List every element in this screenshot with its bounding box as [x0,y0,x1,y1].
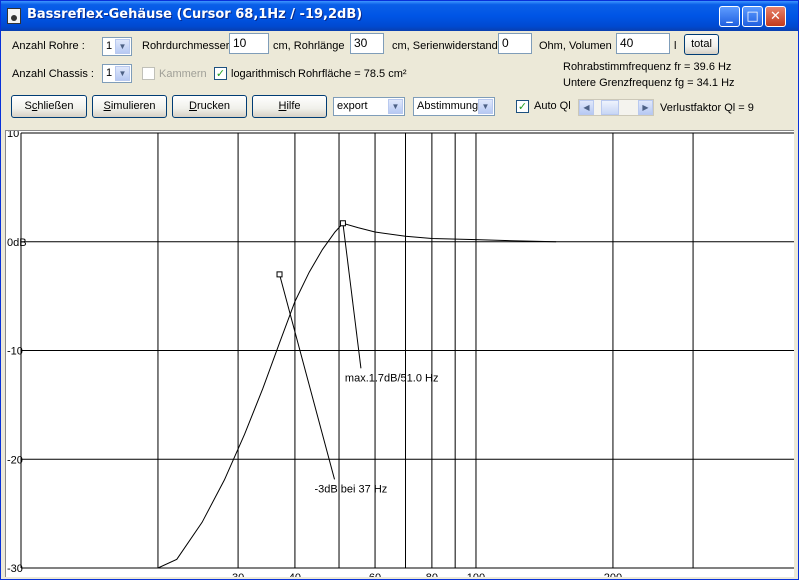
drucken-button[interactable]: Drucken [172,95,247,118]
volumen-input[interactable]: 40 [616,33,670,54]
main-window: Bassreflex-Gehäuse (Cursor 68,1Hz / -19,… [0,0,799,580]
verlustfaktor-text: Verlustfaktor Ql = 9 [660,102,754,114]
export-select[interactable]: export ▼ [333,97,405,116]
x-tick-label: 200 [604,572,622,577]
app-icon[interactable] [7,8,21,24]
maximize-button[interactable]: □ [742,6,763,27]
volumen-label: Ohm, Volumen [539,40,612,52]
hilfe-button[interactable]: Hilfe [252,95,327,118]
y-tick-label: 0dB [7,237,27,249]
scroll-thumb[interactable] [600,100,619,115]
title-bar[interactable]: Bassreflex-Gehäuse (Cursor 68,1Hz / -19,… [1,1,798,31]
total-button[interactable]: total [684,34,719,55]
serienwiderstand-input[interactable]: 0 [498,33,532,54]
x-tick-label: 40 [289,572,301,577]
x-tick-label: 60 [369,572,381,577]
annotation-leader [342,223,362,369]
anzahl-rohre-select[interactable]: 1 ▼ [102,37,132,56]
auto-ql-checkbox[interactable]: ✓ [516,100,529,113]
window-title: Bassreflex-Gehäuse (Cursor 68,1Hz / -19,… [27,7,363,22]
anzahl-rohre-label: Anzahl Rohre : [12,40,85,52]
rohrlaenge-input[interactable]: 30 [350,33,384,54]
simulieren-button[interactable]: Simulieren [92,95,167,118]
rohrlaenge-label: cm, Rohrlänge [273,40,345,52]
rohrdurchmesser-input[interactable]: 10 [229,33,269,54]
schliessen-label-a: S [24,100,32,112]
abstimmung-select[interactable]: Abstimmung ▼ [413,97,495,116]
logarithmisch-label: logarithmisch [231,68,296,80]
x-tick-label: 30 [232,572,244,577]
serienwiderstand-label: cm, Serienwiderstand [392,40,498,52]
schliessen-label-b: hließen [37,100,74,112]
close-button[interactable]: ✕ [765,6,786,27]
export-value: export [337,100,368,112]
kammern-checkbox[interactable]: ✓ [142,67,155,80]
verlustfaktor-scrollbar[interactable]: ◀ ▶ [578,99,654,116]
volumen-unit: l [674,40,677,52]
kammern-label: Kammern [159,68,207,80]
logarithmisch-checkbox[interactable]: ✓ [214,67,227,80]
simulieren-hotkey: S [103,100,111,112]
annotation-marker [339,220,346,227]
abstimmung-value: Abstimmung [417,100,479,112]
simulieren-label: imulieren [110,100,156,112]
chevron-down-icon[interactable]: ▼ [115,66,130,81]
chevron-down-icon[interactable]: ▼ [115,39,130,54]
rohrdurchmesser-label: Rohrdurchmesser [142,40,230,52]
x-tick-label: 100 [467,572,485,577]
scroll-left-icon[interactable]: ◀ [579,100,594,115]
auto-ql-label: Auto Ql [534,100,571,112]
chevron-down-icon[interactable]: ▼ [388,99,403,114]
hilfe-label: ilfe [286,100,301,112]
grenzfrequenz-text: Untere Grenzfrequenz fg = 34.1 Hz [563,77,735,89]
rohrflaeche-text: Rohrfläche = 78.5 cm² [298,68,407,80]
annotation-marker [276,271,283,278]
frequency-response-chart[interactable]: 100dB-10-20-3030406080100200max.1.7dB/51… [5,128,794,579]
anzahl-chassis-select[interactable]: 1 ▼ [102,64,132,83]
schliessen-button[interactable]: Schließen [11,95,87,118]
scroll-right-icon[interactable]: ▶ [638,100,653,115]
y-tick-label: 10 [7,131,19,140]
anzahl-rohre-value: 1 [106,40,113,52]
drucken-label: rucken [196,100,230,112]
minimize-button[interactable]: _ [719,6,740,27]
x-tick-label: 80 [426,572,438,577]
annotation-leader [279,274,336,480]
chevron-down-icon[interactable]: ▼ [478,99,493,114]
annotation-label: -3dB bei 37 Hz [315,483,388,495]
drucken-hotkey: D [189,100,197,112]
anzahl-chassis-label: Anzahl Chassis : [12,68,94,80]
anzahl-chassis-value: 1 [106,67,113,79]
abstimmfrequenz-text: Rohrabstimmfrequenz fr = 39.6 Hz [563,61,732,73]
chart-svg: 100dB-10-20-3030406080100200max.1.7dB/51… [7,128,794,579]
annotation-label: max.1.7dB/51.0 Hz [345,372,439,384]
